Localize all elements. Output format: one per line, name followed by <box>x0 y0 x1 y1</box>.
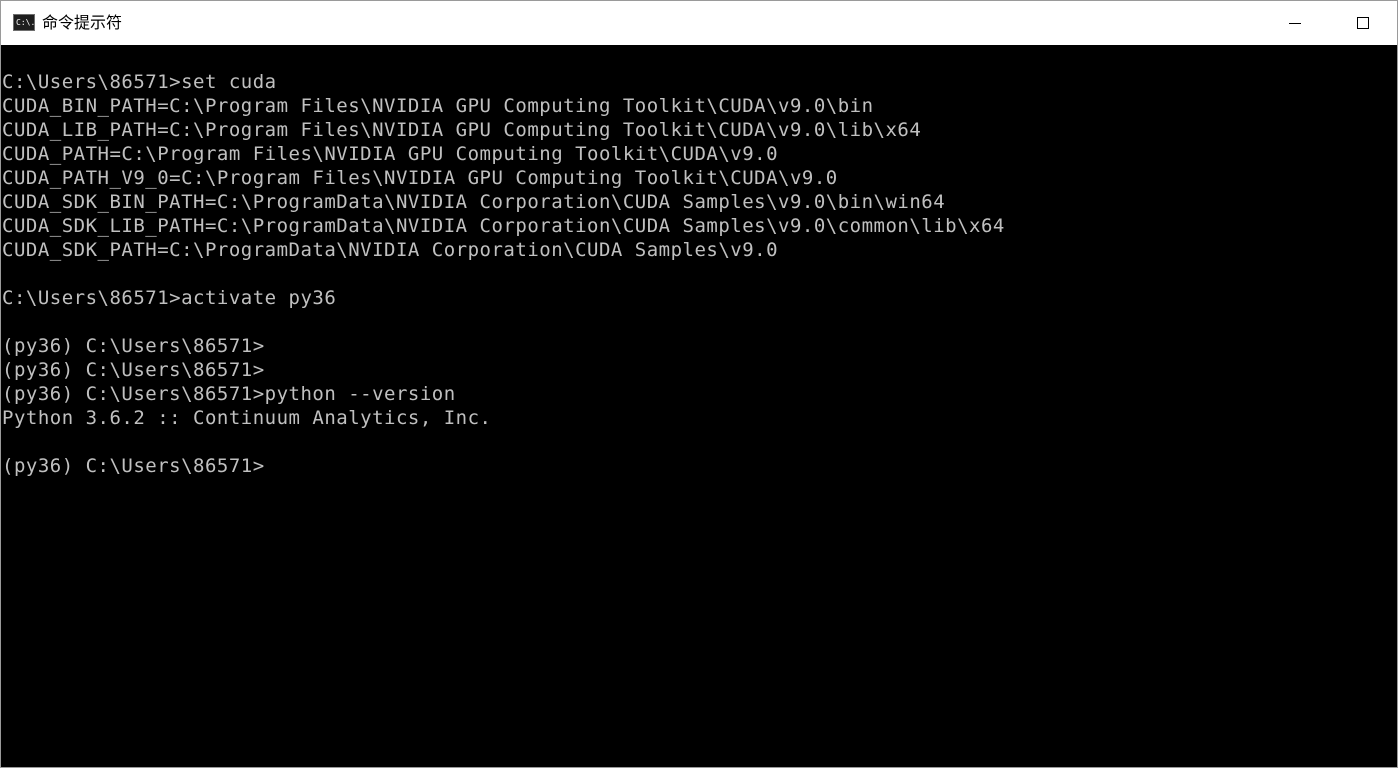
console-line: CUDA_SDK_BIN_PATH=C:\ProgramData\NVIDIA … <box>2 191 946 213</box>
console-line: CUDA_BIN_PATH=C:\Program Files\NVIDIA GP… <box>2 95 874 117</box>
maximize-button[interactable] <box>1329 1 1397 45</box>
console-line: C:\Users\86571>set cuda <box>2 71 277 93</box>
minimize-button[interactable] <box>1261 1 1329 45</box>
console-line: (py36) C:\Users\86571> <box>2 335 265 357</box>
console-output[interactable]: C:\Users\86571>set cuda CUDA_BIN_PATH=C:… <box>1 45 1397 767</box>
console-line: CUDA_SDK_LIB_PATH=C:\ProgramData\NVIDIA … <box>2 215 1005 237</box>
console-line: CUDA_PATH=C:\Program Files\NVIDIA GPU Co… <box>2 143 779 165</box>
console-prompt-line: (py36) C:\Users\86571> <box>2 455 265 477</box>
window-title: 命令提示符 <box>42 13 123 32</box>
console-line: CUDA_SDK_PATH=C:\ProgramData\NVIDIA Corp… <box>2 239 779 261</box>
minimize-icon <box>1289 22 1301 24</box>
console-line: (py36) C:\Users\86571>python --version <box>2 383 456 405</box>
maximize-icon <box>1357 17 1369 29</box>
command-prompt-window: C:\. 命令提示符 C:\Users\86571>set cuda CUDA_… <box>0 0 1398 768</box>
console-line: Python 3.6.2 :: Continuum Analytics, Inc… <box>2 407 492 429</box>
console-line: (py36) C:\Users\86571> <box>2 359 265 381</box>
console-line: CUDA_LIB_PATH=C:\Program Files\NVIDIA GP… <box>2 119 922 141</box>
terminal-icon: C:\. <box>13 14 35 31</box>
title-bar[interactable]: C:\. 命令提示符 <box>1 1 1397 45</box>
console-line: C:\Users\86571>activate py36 <box>2 287 337 309</box>
console-line: CUDA_PATH_V9_0=C:\Program Files\NVIDIA G… <box>2 167 838 189</box>
